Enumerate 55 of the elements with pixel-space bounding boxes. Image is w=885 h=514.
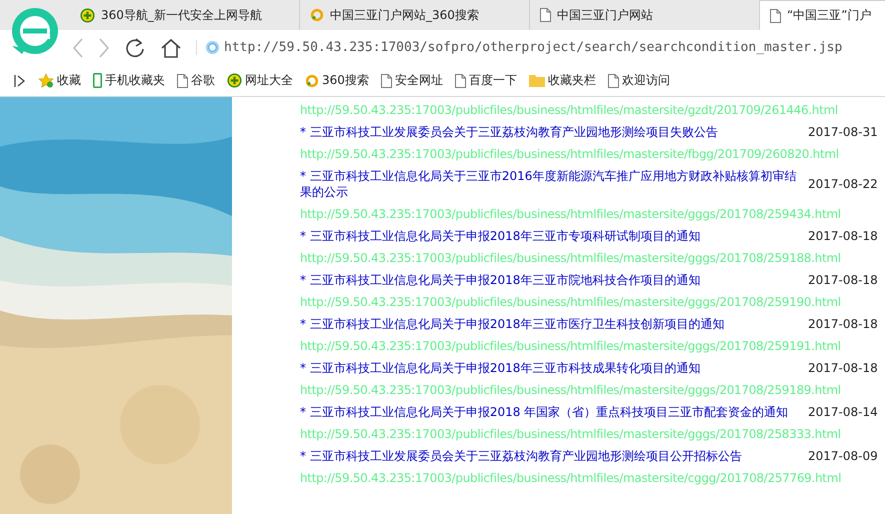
result-date: 2017-08-18: [808, 272, 878, 288]
browser-tab[interactable]: “中国三亚”门户: [760, 0, 885, 30]
result-date: 2017-08-09: [808, 448, 878, 464]
result-date: 2017-08-18: [808, 360, 878, 376]
result-link[interactable]: * 三亚市科技工业发展委员会关于三亚荔枝沟教育产业园地形测绘项目公开招标公告: [300, 448, 806, 464]
result-date: 2017-08-31: [808, 124, 878, 140]
result-url: http://59.50.43.235:17003/publicfiles/business/htmlfiles/mastersite/cggg/201708/257769.html: [300, 471, 842, 485]
page-icon: [540, 8, 551, 22]
result-url: http://59.50.43.235:17003/publicfiles/business/htmlfiles/mastersite/gggs/201708/258333.html: [300, 427, 842, 441]
tab-title: 360导航_新一代安全上网导航: [101, 6, 262, 24]
page-icon: [380, 74, 392, 88]
star-icon: [38, 73, 54, 88]
page-icon: [770, 8, 781, 22]
result-date: 2017-08-18: [808, 316, 878, 332]
result-url: http://59.50.43.235:17003/publicfiles/business/htmlfiles/mastersite/fbgg/201709/260820.html: [300, 147, 840, 161]
bookmark-link[interactable]: 手机收藏夹: [93, 72, 165, 89]
result-date: 2017-08-18: [808, 228, 878, 244]
bookmark-link[interactable]: 收藏: [38, 72, 81, 89]
bookmark-link[interactable]: 安全网址: [380, 72, 443, 89]
result-link[interactable]: * 三亚市科技工业信息化局关于申报2018年三亚市医疗卫生科技创新项目的通知: [300, 316, 806, 332]
plus-icon: [80, 8, 95, 22]
bookmark-link[interactable]: 谷歌: [177, 72, 215, 89]
result-url: http://59.50.43.235:17003/publicfiles/business/htmlfiles/mastersite/gggs/201708/259190.html: [300, 295, 842, 309]
tab-title: “中国三亚”门户: [787, 7, 872, 24]
result-link[interactable]: * 三亚市科技工业信息化局关于申报2018年三亚市院地科技合作项目的通知: [300, 272, 806, 288]
result-date: 2017-08-22: [808, 176, 878, 192]
result-url: http://59.50.43.235:17003/publicfiles/business/htmlfiles/mastersite/gggs/201708/259188.html: [300, 251, 842, 265]
folder-icon: [528, 74, 545, 87]
home-button[interactable]: [160, 38, 182, 58]
tab-title: 中国三亚门户网站: [557, 6, 653, 24]
bookmark-link[interactable]: 欢迎访问: [608, 72, 670, 89]
bookmark-link[interactable]: 百度一下: [454, 72, 517, 89]
ring-icon: [310, 8, 324, 22]
page-icon: [608, 74, 619, 88]
result-url: http://59.50.43.235:17003/publicfiles/business/htmlfiles/mastersite/gggs/201708/259434.html: [300, 207, 842, 221]
bookmark-link[interactable]: 360搜索: [305, 72, 369, 89]
plus-icon: [227, 73, 242, 88]
result-link[interactable]: * 三亚市科技工业信息化局关于申报2018 年国家（省）重点科技项目三亚市配套资金的通知: [300, 404, 806, 420]
result-url: http://59.50.43.235:17003/publicfiles/business/htmlfiles/mastersite/gzdt/201709/261446.html: [300, 103, 839, 117]
result-url: http://59.50.43.235:17003/publicfiles/business/htmlfiles/mastersite/gggs/201708/259191.html: [300, 339, 842, 353]
result-link[interactable]: * 三亚市科技工业信息化局关于申报2018年三亚市专项科研试制项目的通知: [300, 228, 806, 244]
result-date: 2017-08-14: [808, 404, 878, 420]
reload-button[interactable]: [124, 36, 146, 58]
phone-icon: [93, 73, 102, 88]
bookmark-link[interactable]: 收藏夹栏: [528, 72, 596, 89]
sidebar-toggle-icon[interactable]: [14, 74, 26, 88]
bookmark-link[interactable]: 网址大全: [227, 72, 293, 89]
result-link[interactable]: * 三亚市科技工业信息化局关于申报2018年三亚市科技成果转化项目的通知: [300, 360, 806, 376]
page-icon: [454, 74, 466, 88]
tab-title: 中国三亚门户网站_360搜索: [330, 6, 479, 24]
result-link[interactable]: * 三亚市科技工业发展委员会关于三亚荔枝沟教育产业园地形测绘项目失败公告: [300, 124, 806, 140]
result-url: http://59.50.43.235:17003/publicfiles/business/htmlfiles/mastersite/gggs/201708/259189.html: [300, 383, 842, 397]
page-icon: [177, 74, 188, 88]
result-link[interactable]: * 三亚市科技工业信息化局关于三亚市2016年度新能源汽车推广应用地方财政补贴核算初审结果的公示: [300, 168, 806, 200]
ring-icon: [305, 74, 319, 88]
